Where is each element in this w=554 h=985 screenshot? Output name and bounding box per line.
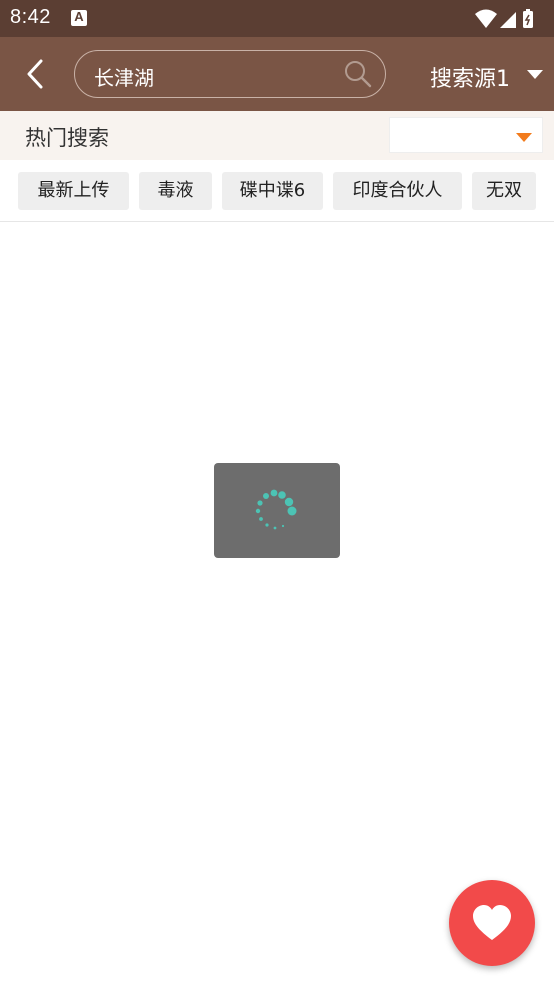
app-notification-icon: A [71,9,87,26]
search-input[interactable]: 长津湖 [74,50,386,98]
chip-item[interactable]: 无双 [472,172,536,210]
search-source-select[interactable]: 搜索源1 [430,61,510,93]
status-time: 8:42 [10,6,51,28]
dropdown-arrow-icon [516,133,532,142]
search-icon[interactable] [343,59,373,89]
signal-icon [500,12,516,28]
chevron-down-icon[interactable] [527,70,543,79]
hot-search-header: 热门搜索 [0,111,554,160]
status-icons [475,9,533,28]
category-dropdown[interactable] [389,117,543,153]
hot-search-chips: 最新上传 毒液 碟中谍6 印度合伙人 无双 [0,160,554,222]
back-arrow-icon[interactable] [22,57,52,91]
chip-item[interactable]: 碟中谍6 [222,172,323,210]
search-input-value: 长津湖 [94,66,154,90]
hot-search-title: 热门搜索 [25,126,109,150]
favorite-button[interactable] [449,880,535,966]
app-bar: 长津湖 搜索源1 [0,37,554,111]
chip-item[interactable]: 印度合伙人 [333,172,462,210]
loading-dialog [214,463,340,558]
loading-spinner-icon [255,489,297,530]
heart-icon [473,905,511,940]
chip-item[interactable]: 毒液 [139,172,212,210]
status-bar: 8:42 A [0,0,554,37]
battery-icon [523,9,533,28]
wifi-icon [475,9,497,28]
chip-item[interactable]: 最新上传 [18,172,129,210]
